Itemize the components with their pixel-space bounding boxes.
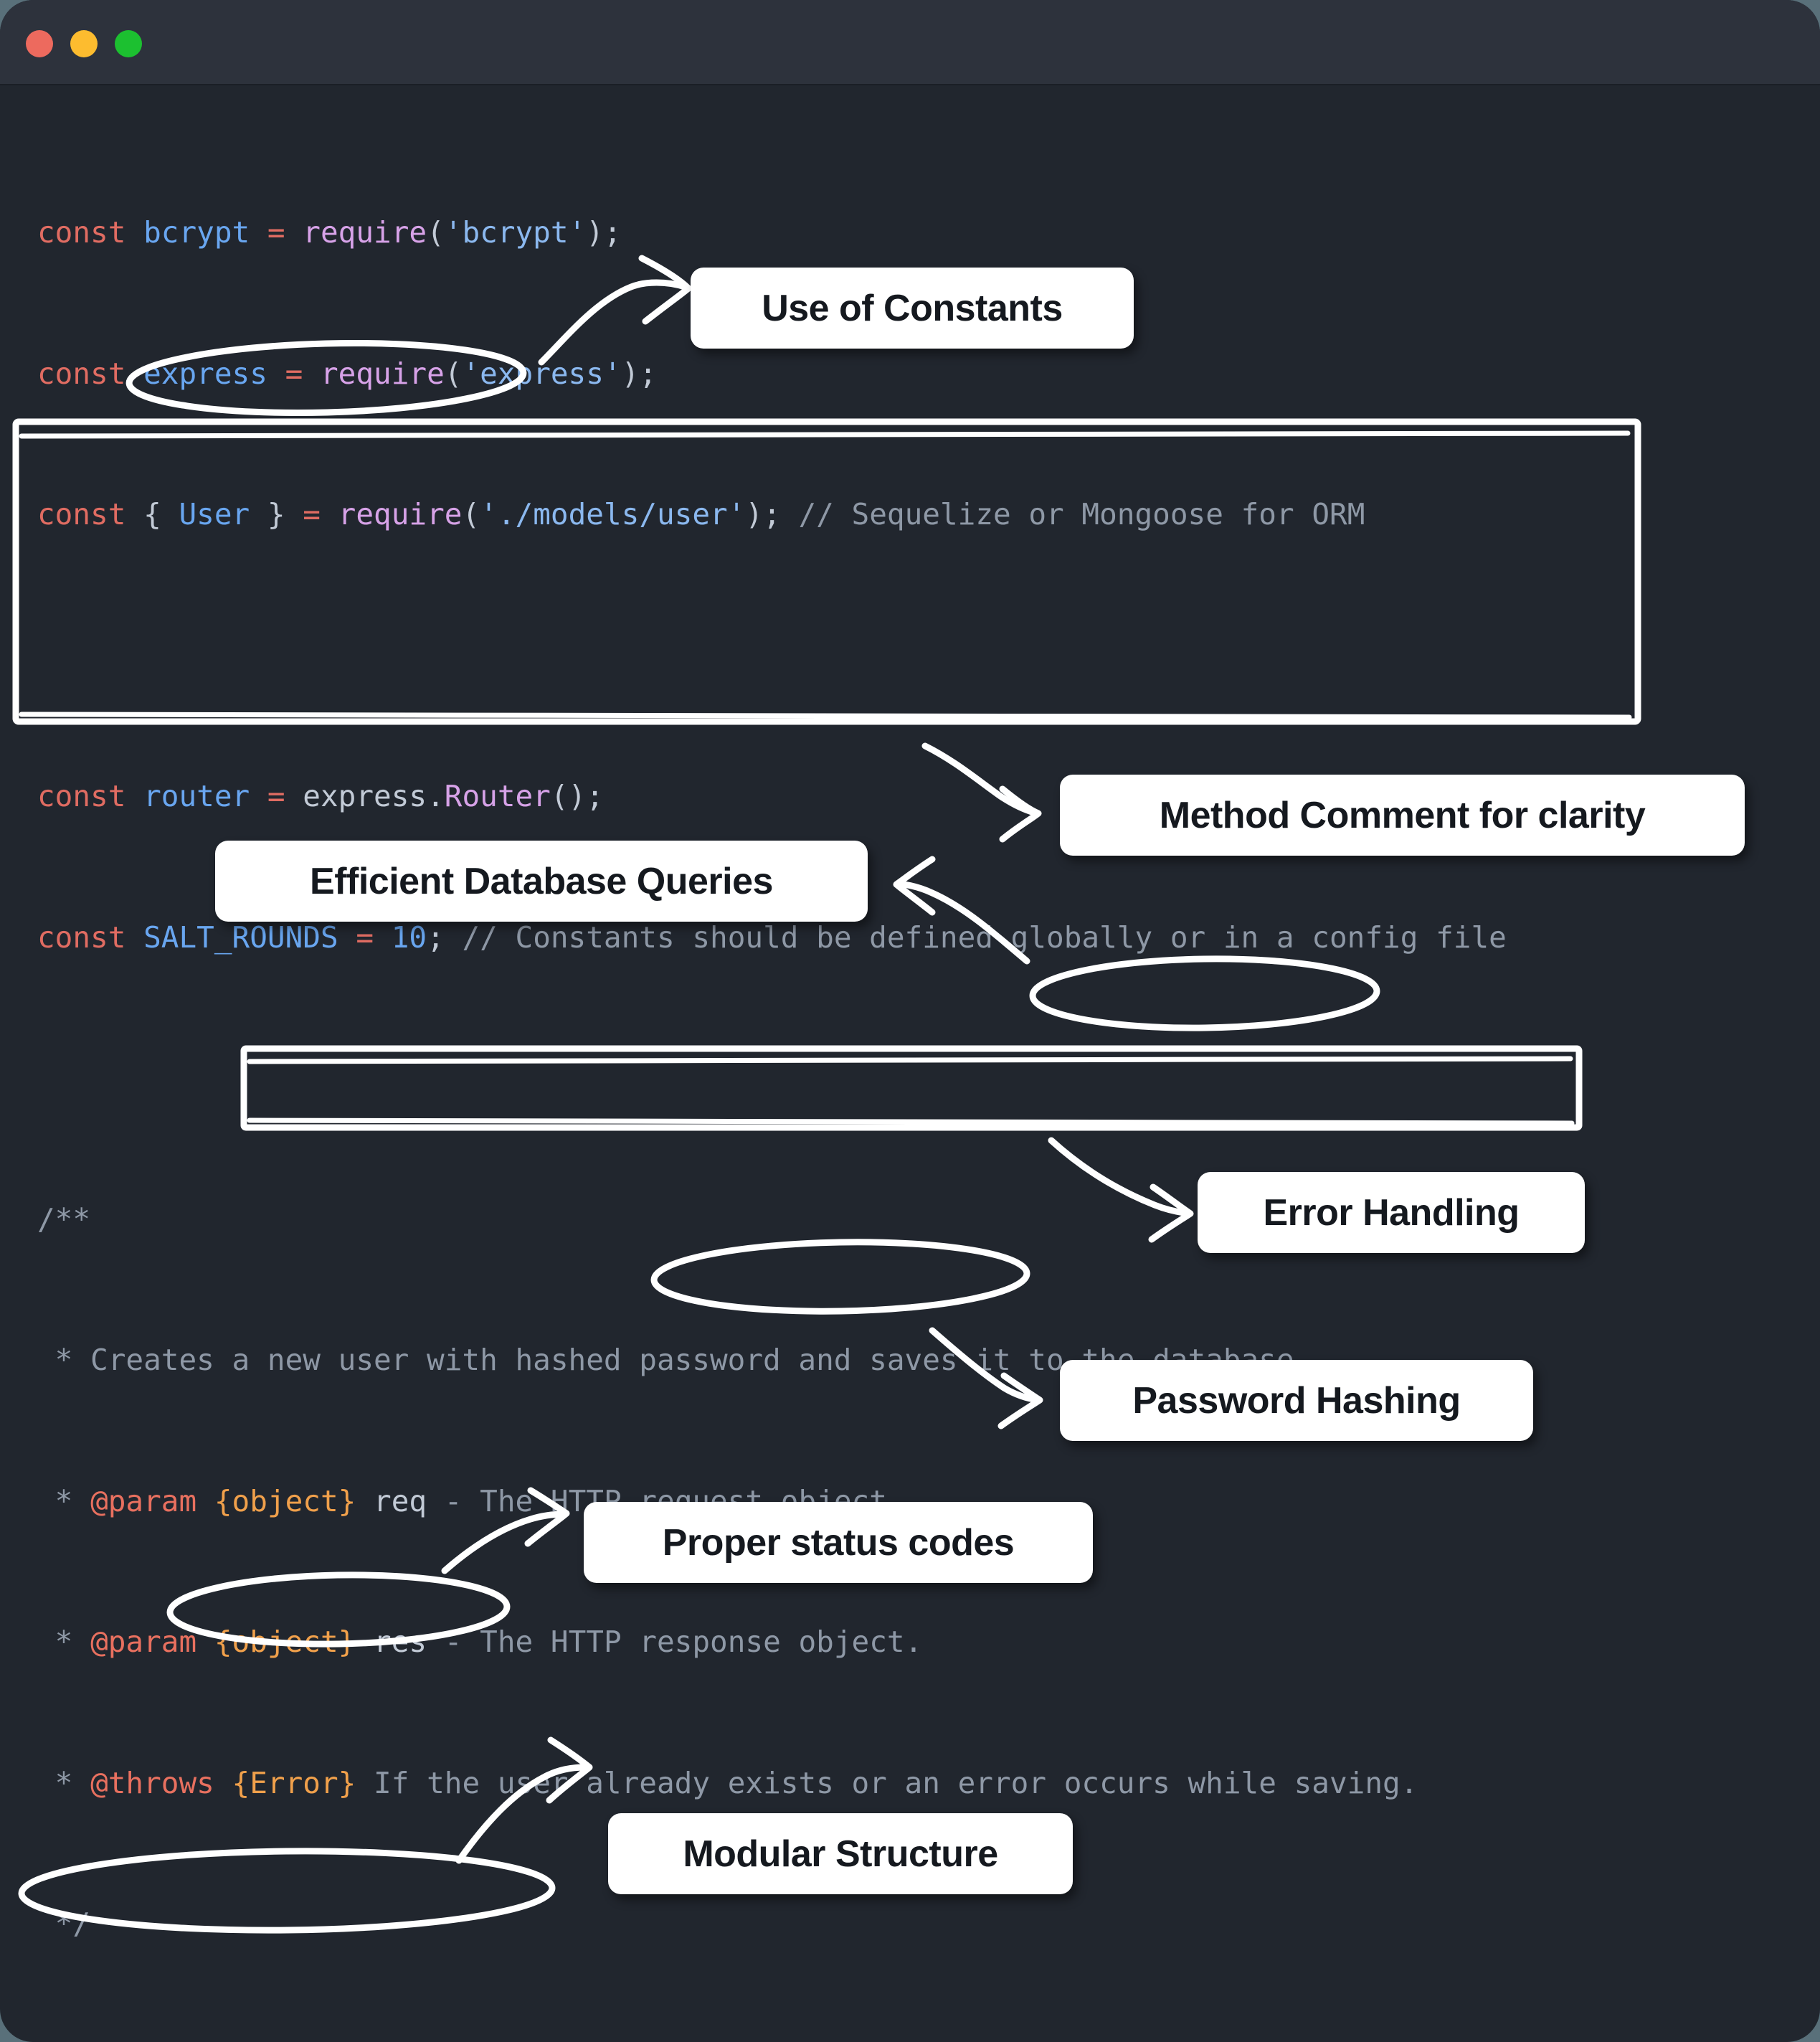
callout-method-comment[interactable]: Method Comment for clarity xyxy=(1060,775,1745,856)
code-line-9: * Creates a new user with hashed passwor… xyxy=(37,1343,1312,1377)
code-line-13: */ xyxy=(37,1906,91,1941)
code-line-3: const { User } = require('./models/user'… xyxy=(37,497,1365,531)
code-block[interactable]: const bcrypt = require('bcrypt'); const … xyxy=(0,85,1820,2042)
close-button[interactable] xyxy=(26,30,53,57)
window-titlebar[interactable] xyxy=(0,0,1820,85)
callout-efficient-db-queries[interactable]: Efficient Database Queries xyxy=(215,841,868,922)
callout-password-hashing[interactable]: Password Hashing xyxy=(1060,1360,1533,1441)
callout-error-handling[interactable]: Error Handling xyxy=(1198,1172,1585,1253)
callout-use-of-constants[interactable]: Use of Constants xyxy=(691,268,1134,349)
callout-label: Efficient Database Queries xyxy=(310,860,773,902)
code-line-12: * @throws {Error} If the user already ex… xyxy=(37,1765,1418,1800)
maximize-button[interactable] xyxy=(115,30,142,57)
callout-label: Error Handling xyxy=(1263,1191,1520,1234)
callout-proper-status-codes[interactable]: Proper status codes xyxy=(584,1502,1093,1583)
callout-label: Password Hashing xyxy=(1132,1379,1461,1422)
code-line-1: const bcrypt = require('bcrypt'); xyxy=(37,215,622,250)
code-editor-window: const bcrypt = require('bcrypt'); const … xyxy=(0,0,1820,2042)
code-line-2: const express = require('express'); xyxy=(37,356,657,391)
screenshot-root: const bcrypt = require('bcrypt'); const … xyxy=(0,0,1820,2042)
callout-label: Method Comment for clarity xyxy=(1159,794,1646,836)
code-line-11: * @param {object} res - The HTTP respons… xyxy=(37,1625,923,1659)
minimize-button[interactable] xyxy=(70,30,98,57)
callout-label: Proper status codes xyxy=(662,1521,1015,1564)
callout-modular-structure[interactable]: Modular Structure xyxy=(608,1813,1073,1894)
callout-label: Modular Structure xyxy=(683,1833,998,1875)
callout-label: Use of Constants xyxy=(762,287,1063,329)
